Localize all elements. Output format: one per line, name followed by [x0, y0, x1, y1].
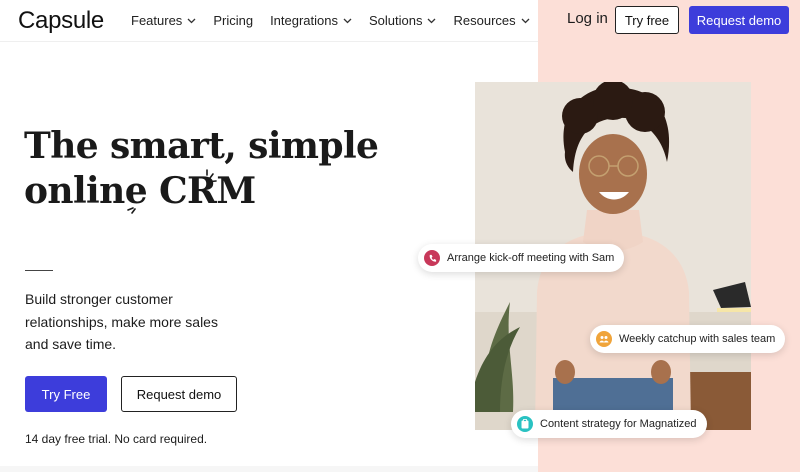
- login-link[interactable]: Log in: [567, 10, 608, 27]
- task-chip-kickoff: Arrange kick-off meeting with Sam: [418, 244, 625, 272]
- clipboard-icon: [517, 416, 533, 432]
- nav-integrations[interactable]: Integrations: [270, 13, 352, 28]
- nav-solutions[interactable]: Solutions: [369, 13, 436, 28]
- nav-features-label: Features: [131, 13, 183, 28]
- hero-divider: [25, 270, 53, 271]
- hero-headline: The smart, simple online CRM: [24, 124, 444, 214]
- phone-icon: [424, 250, 440, 266]
- section-edge: [0, 466, 538, 472]
- chevron-down-icon: [187, 18, 196, 23]
- chevron-down-icon: [521, 18, 530, 23]
- header-try-free-button[interactable]: Try free: [615, 6, 679, 34]
- main-nav: Features Pricing Integrations Solutions …: [131, 13, 547, 28]
- headline-line-1: The smart, simple: [24, 125, 379, 167]
- task-chip-label: Content strategy for Magnatized: [540, 418, 697, 430]
- team-icon: [596, 331, 612, 347]
- nav-resources[interactable]: Resources: [453, 13, 530, 28]
- task-chip-catchup: Weekly catchup with sales team: [590, 325, 786, 353]
- header-divider: [0, 41, 538, 42]
- nav-integrations-label: Integrations: [270, 13, 338, 28]
- sparkle-decoration-icon: [127, 207, 136, 214]
- task-chip-content: Content strategy for Magnatized: [511, 410, 707, 438]
- nav-resources-label: Resources: [453, 13, 516, 28]
- nav-pricing-label: Pricing: [213, 13, 254, 28]
- chevron-down-icon: [343, 18, 352, 23]
- capsule-logo[interactable]: Capsule: [18, 7, 104, 35]
- task-chip-label: Arrange kick-off meeting with Sam: [447, 252, 615, 264]
- nav-features[interactable]: Features: [131, 13, 196, 28]
- sparkle-decoration-icon: [206, 169, 217, 183]
- request-demo-button[interactable]: Request demo: [121, 376, 237, 412]
- header-request-demo-button[interactable]: Request demo: [689, 6, 789, 34]
- nav-pricing[interactable]: Pricing: [213, 13, 253, 28]
- nav-solutions-label: Solutions: [369, 13, 423, 28]
- try-free-button[interactable]: Try Free: [25, 376, 107, 412]
- chevron-down-icon: [428, 18, 436, 23]
- task-chip-label: Weekly catchup with sales team: [619, 333, 776, 345]
- trial-note: 14 day free trial. No card required.: [25, 432, 208, 446]
- hero-subtext: Build stronger customer relationships, m…: [25, 291, 218, 352]
